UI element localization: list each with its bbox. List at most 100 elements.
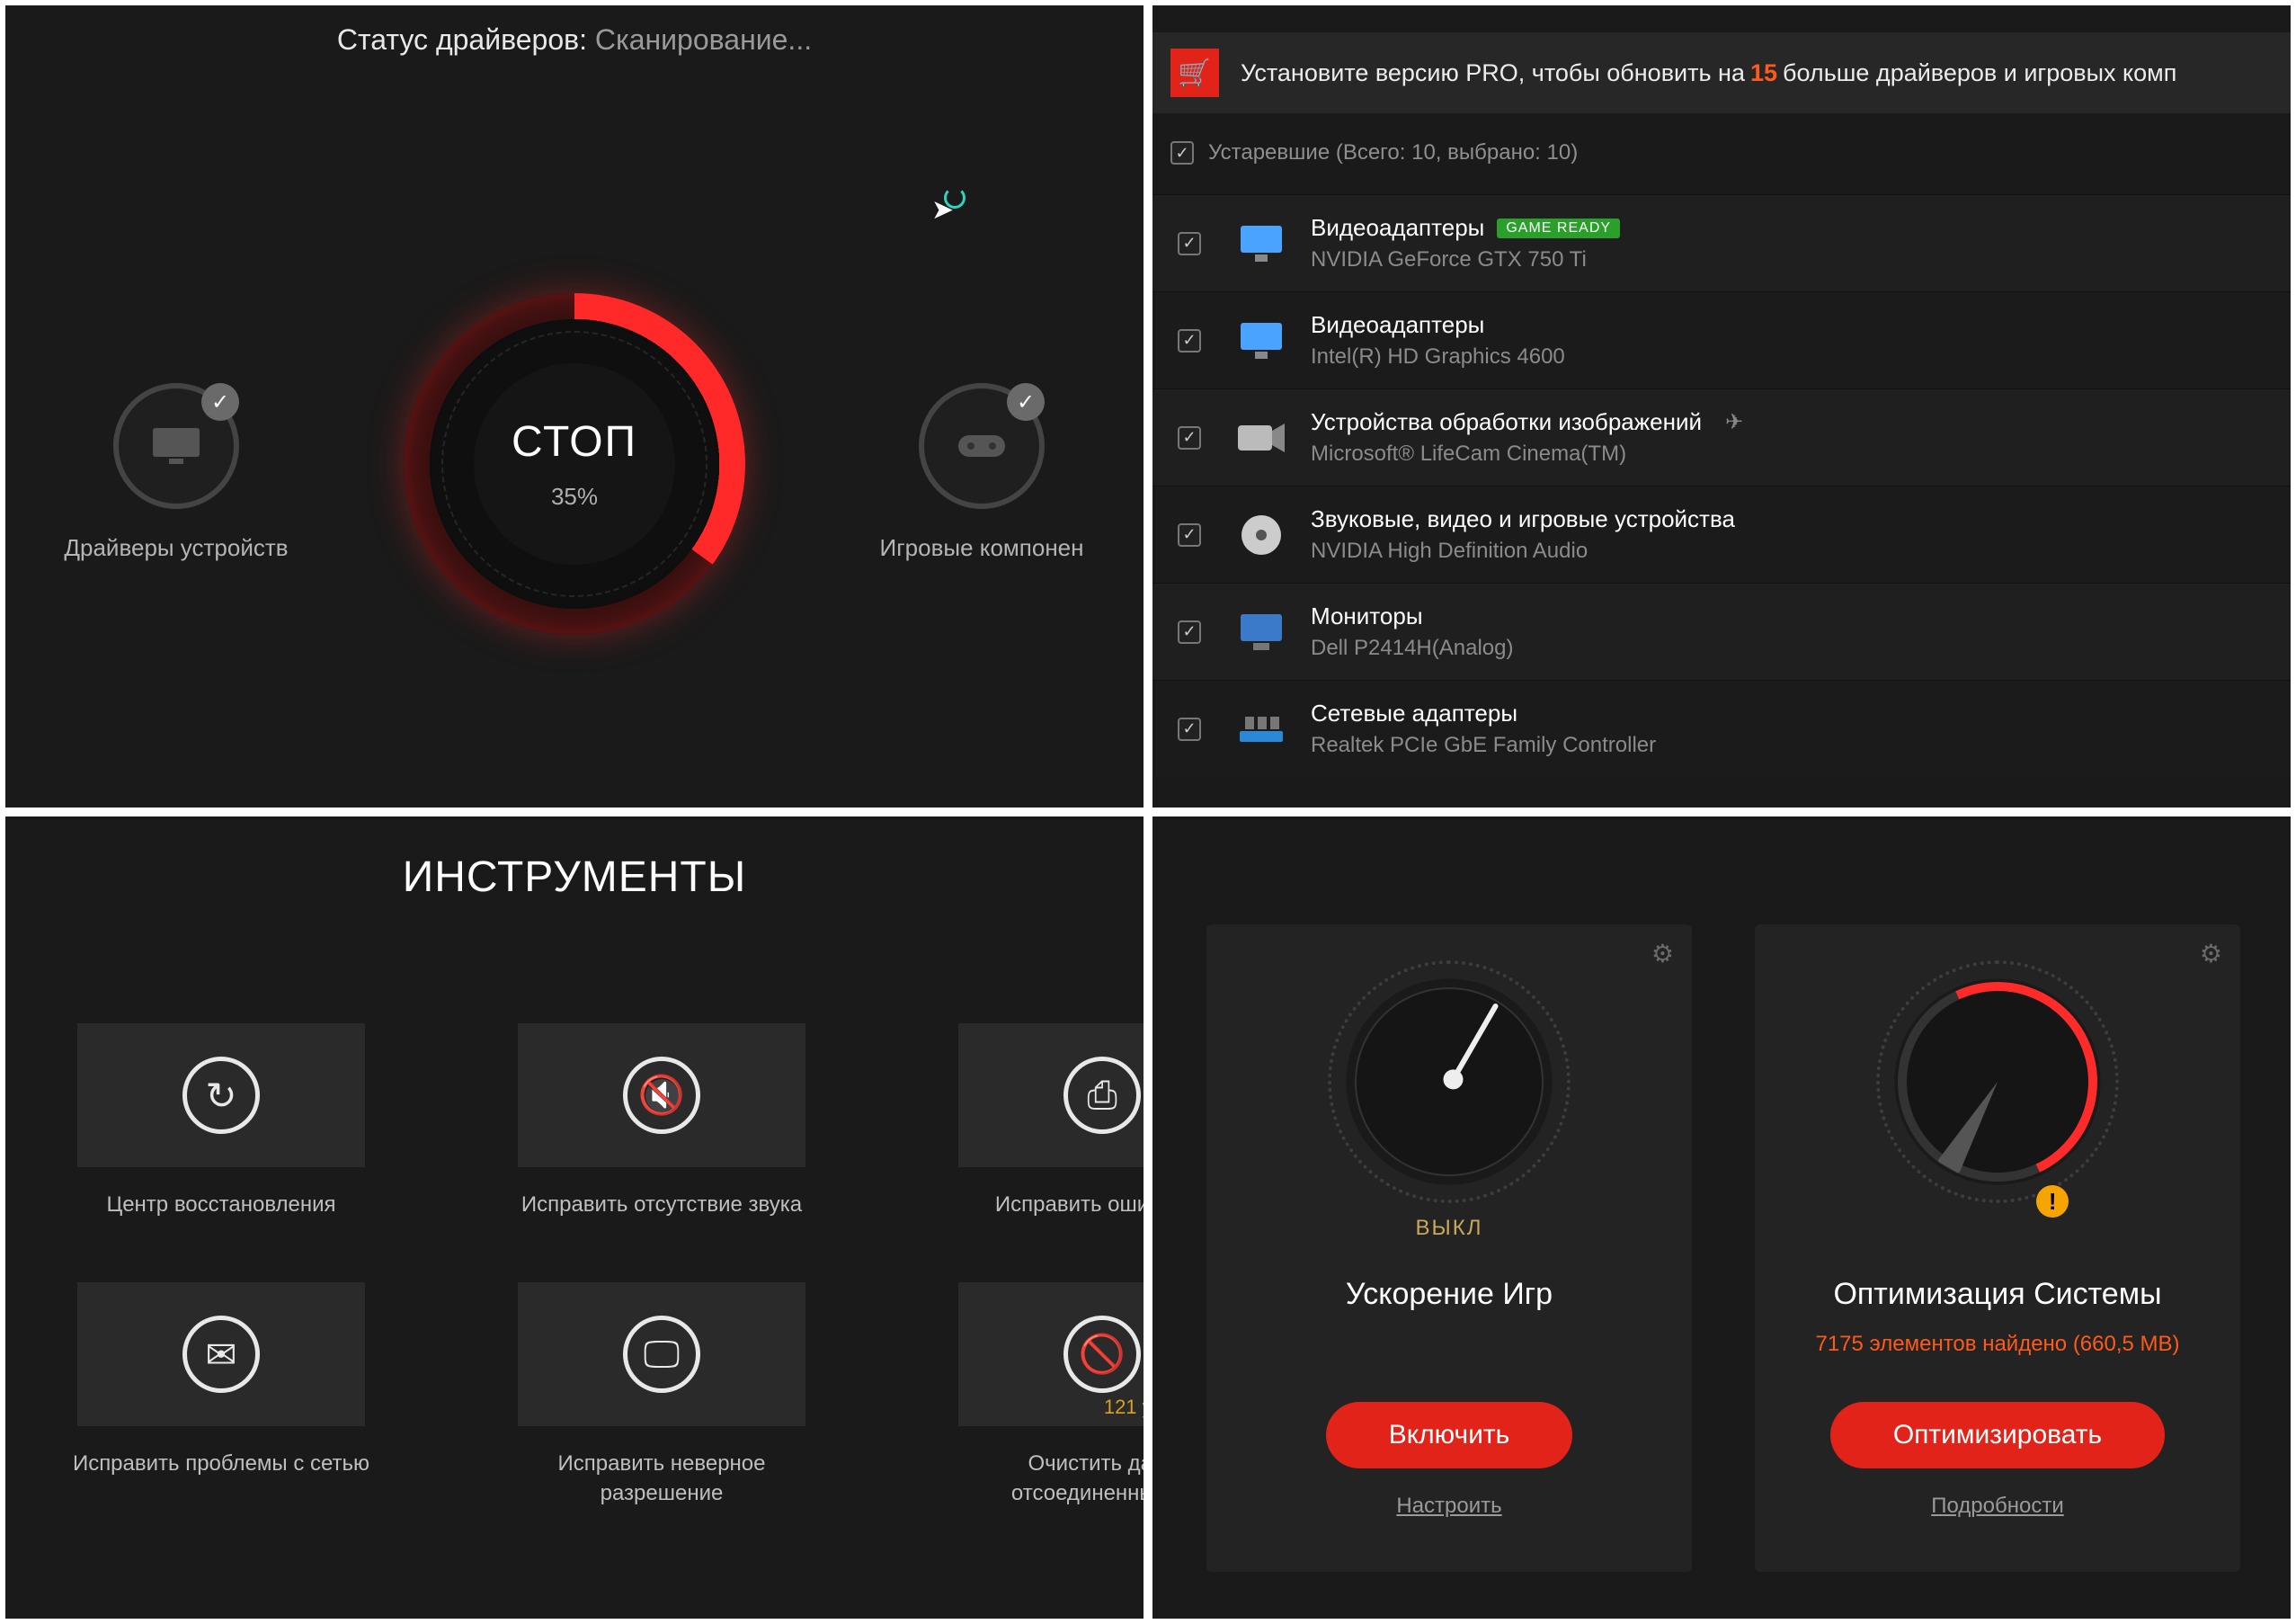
checkbox-icon[interactable]	[1178, 232, 1201, 255]
checkbox-icon[interactable]	[1178, 620, 1201, 644]
checkbox-icon[interactable]	[1178, 523, 1201, 547]
checkbox-icon[interactable]	[1178, 718, 1201, 741]
tool-label: Исправить ошибку ус	[995, 1191, 1144, 1219]
module-device-drivers[interactable]: ✓ Драйверы устройств	[32, 383, 320, 562]
driver-category: Звуковые, видео и игровые устройства	[1311, 505, 1735, 533]
driver-category: Устройства обработки изображений✈	[1311, 408, 1743, 436]
pro-banner[interactable]: 🛒 Установите версию PRO, чтобы обновить …	[1152, 32, 2291, 113]
driver-row[interactable]: Устройства обработки изображений✈ Microso…	[1152, 388, 2291, 486]
card-link[interactable]: Подробности	[1931, 1494, 2064, 1519]
resolution-icon: 🖵	[623, 1316, 700, 1393]
module-game-components[interactable]: ✓ Игровые компонен	[838, 383, 1126, 562]
scan-status-label: Статус драйверов:	[337, 23, 587, 56]
sound-icon: 🔇	[623, 1057, 700, 1134]
device-icon	[1235, 703, 1287, 755]
extra-icon: ✈	[1725, 409, 1743, 435]
tool-button[interactable]: 🚫 121 устройств	[958, 1282, 1144, 1426]
stop-label: СТОП	[512, 417, 637, 467]
device-icon	[1235, 218, 1287, 270]
tools-grid: ↻ Центр восстановления 🔇 Исправить отсутств…	[50, 1023, 1144, 1508]
device-icon	[1235, 315, 1287, 367]
driver-list-panel: 🛒 Установите версию PRO, чтобы обновить …	[1152, 5, 2291, 808]
tool-item: 🔇 Исправить отсутствие звука	[491, 1023, 832, 1219]
device-icon	[1235, 606, 1287, 658]
driver-text: ВидеоадаптерыGAME READY NVIDIA GeForce GT…	[1311, 214, 1620, 272]
tool-label: Исправить проблемы с сетью	[73, 1450, 369, 1478]
scan-status-value: Сканирование...	[595, 23, 812, 56]
checkbox-icon[interactable]	[1178, 426, 1201, 450]
dial-gauge-icon	[1328, 960, 1571, 1203]
tool-button[interactable]: ⎙1 ошибка	[958, 1023, 1144, 1167]
tool-button[interactable]: 🖵	[518, 1282, 805, 1426]
driver-name: Microsoft® LifeCam Cinema(TM)	[1311, 442, 1743, 467]
tool-button[interactable]: ✉	[77, 1282, 365, 1426]
driver-name: Realtek PCIe GbE Family Controller	[1311, 733, 1656, 758]
driver-row[interactable]: Звуковые, видео и игровые устройства NVID…	[1152, 486, 2291, 583]
driver-text: Сетевые адаптеры Realtek PCIe GbE Family …	[1311, 700, 1656, 758]
module-label: Драйверы устройств	[32, 534, 320, 562]
net-icon: ✉	[182, 1316, 260, 1393]
driver-row[interactable]: Сетевые адаптеры Realtek PCIe GbE Family …	[1152, 680, 2291, 777]
card-link[interactable]: Настроить	[1396, 1494, 1501, 1519]
driver-row[interactable]: ВидеоадаптерыGAME READY NVIDIA GeForce GT…	[1152, 194, 2291, 291]
driver-name: NVIDIA GeForce GTX 750 Ti	[1311, 247, 1620, 272]
driver-category: ВидеоадаптерыGAME READY	[1311, 214, 1620, 242]
gear-icon[interactable]: ⚙	[1651, 939, 1674, 968]
tool-item: 🚫 121 устройств Очистить даннотсоединенных…	[931, 1282, 1144, 1508]
tool-item: ⎙1 ошибка Исправить ошибку ус	[931, 1023, 1144, 1219]
card-action-button[interactable]: Оптимизировать	[1830, 1402, 2165, 1468]
driver-row[interactable]: МониторыDell P2414H(Analog)	[1152, 583, 2291, 680]
scan-panel: Статус драйверов: Сканирование... ➤ ✓ Др…	[5, 5, 1144, 808]
card-subtitle: 7175 элементов найдено (660,5 МВ)	[1815, 1332, 2179, 1357]
banner-count: 15	[1745, 59, 1783, 87]
gear-icon[interactable]: ⚙	[2200, 939, 2222, 968]
driver-name: NVIDIA High Definition Audio	[1311, 539, 1735, 564]
driver-row[interactable]: Видеоадаптеры Intel(R) HD Graphics 4600	[1152, 291, 2291, 388]
driver-category: Видеоадаптеры	[1311, 311, 1565, 339]
driver-list: ВидеоадаптерыGAME READY NVIDIA GeForce GT…	[1152, 194, 2291, 808]
tool-item: ↻ Центр восстановления	[50, 1023, 392, 1219]
boost-card: ⚙ВЫКЛУскорение Игр.ВключитьНастроить	[1206, 924, 1692, 1572]
boost-card: ⚙!.Оптимизация Системы7175 элементов най…	[1755, 924, 2240, 1572]
driver-text: Звуковые, видео и игровые устройства NVID…	[1311, 505, 1735, 564]
module-label: Игровые компонен	[838, 534, 1126, 562]
select-all-row[interactable]: Устаревшие (Всего: 10, выбрано: 10)	[1170, 140, 1578, 165]
driver-text: Видеоадаптеры Intel(R) HD Graphics 4600	[1311, 311, 1565, 370]
scan-stop-button[interactable]: СТОП 35%	[404, 293, 745, 635]
tools-panel: ИНСТРУМЕНТЫ ↻ Центр восстановления 🔇 Исправ…	[5, 816, 1144, 1619]
tool-button[interactable]: 🔇	[518, 1023, 805, 1167]
card-title: Оптимизация Системы	[1833, 1277, 2161, 1312]
tool-label: Исправить отсутствие звука	[521, 1191, 802, 1219]
driver-text: Устройства обработки изображений✈ Microso…	[1311, 408, 1743, 467]
cart-icon: 🛒	[1170, 49, 1219, 97]
driver-name: Intel(R) HD Graphics 4600	[1311, 344, 1565, 370]
boost-panel: ⚙ВЫКЛУскорение Игр.ВключитьНастроить⚙!.О…	[1152, 816, 2291, 1619]
card-title: Ускорение Игр	[1346, 1277, 1553, 1312]
driver-name: Dell P2414H(Analog)	[1311, 636, 1513, 661]
tool-button[interactable]: ↻	[77, 1023, 365, 1167]
check-icon: ✓	[201, 383, 239, 421]
checkbox-icon[interactable]	[1170, 141, 1194, 165]
dial-gauge-icon	[1876, 960, 2119, 1203]
banner-post: больше драйверов и игровых комп	[1783, 59, 2176, 87]
tools-title: ИНСТРУМЕНТЫ	[5, 852, 1144, 902]
tool-label: Центр восстановления	[106, 1191, 335, 1219]
tool-label: Исправить неверноеразрешение	[558, 1450, 766, 1508]
tool-label: Очистить даннотсоединенных ус	[1011, 1450, 1144, 1508]
check-icon: ✓	[1007, 383, 1045, 421]
dial-state: ВЫКЛ	[1416, 1216, 1483, 1241]
cards-wrap: ⚙ВЫКЛУскорение Игр.ВключитьНастроить⚙!.О…	[1206, 924, 2291, 1572]
driver-category: Сетевые адаптеры	[1311, 700, 1656, 727]
card-action-button[interactable]: Включить	[1326, 1402, 1573, 1468]
select-all-label: Устаревшие (Всего: 10, выбрано: 10)	[1208, 140, 1578, 165]
checkbox-icon[interactable]	[1178, 329, 1201, 352]
cursor-icon: ➤	[931, 194, 954, 226]
scan-percent: 35%	[551, 483, 598, 511]
restore-icon: ↻	[182, 1057, 260, 1134]
scan-inner: СТОП 35%	[474, 363, 675, 565]
tool-item: ✉ Исправить проблемы с сетью	[50, 1282, 392, 1508]
device-icon	[1235, 509, 1287, 561]
tool-warning: 121 устройств	[1104, 1396, 1144, 1419]
device-error-icon: ⎙	[1063, 1057, 1141, 1134]
cleanup-icon: 🚫	[1063, 1316, 1141, 1393]
